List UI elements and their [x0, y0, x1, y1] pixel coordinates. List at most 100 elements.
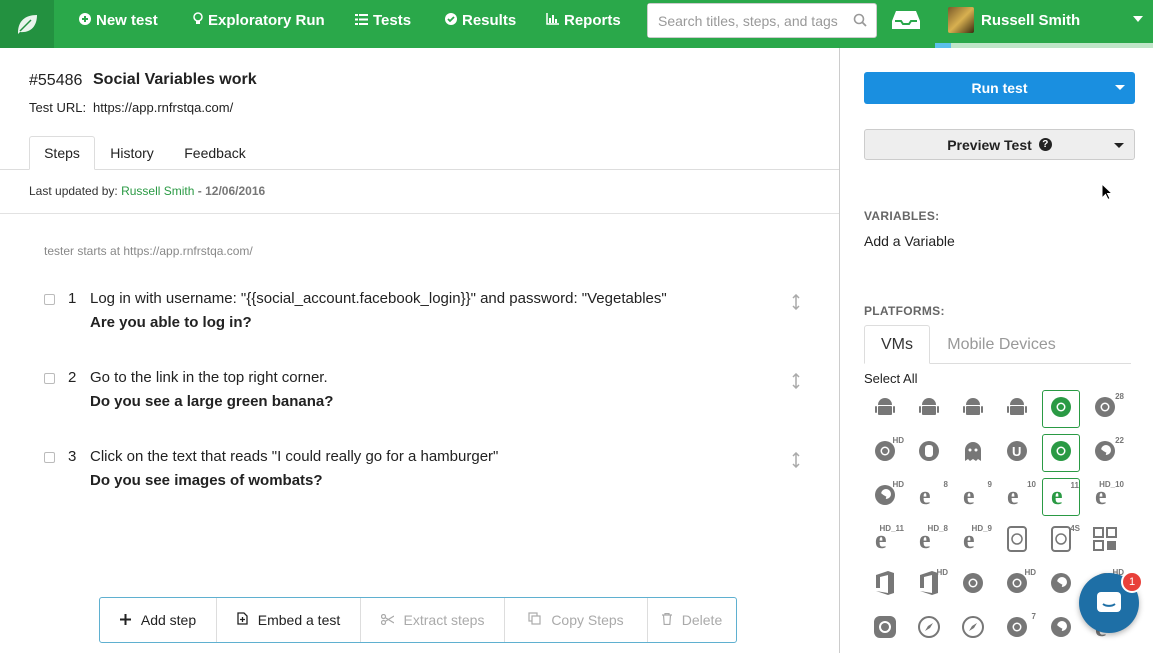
platform-option[interactable] [954, 434, 992, 472]
add-variable-link[interactable]: Add a Variable [864, 233, 955, 249]
tab-steps[interactable]: Steps [29, 136, 95, 170]
step-expected[interactable]: Do you see images of wombats? [90, 472, 323, 489]
user-name: Russell Smith [981, 11, 1081, 29]
svg-text:U: U [1012, 444, 1021, 459]
platform-option[interactable] [910, 390, 948, 428]
embed-test-button[interactable]: Embed a test [217, 598, 361, 642]
platform-option[interactable]: e 11 [1042, 478, 1080, 516]
add-step-label: Add step [140, 612, 197, 628]
nav-label: New test [96, 11, 158, 29]
plus-icon [119, 612, 131, 628]
chrome-icon [961, 571, 985, 600]
add-step-button[interactable]: Add step [100, 598, 217, 642]
platform-option[interactable] [910, 610, 948, 648]
platform-option[interactable]: e HD_10 [1086, 478, 1124, 516]
extract-steps-label: Extract steps [403, 612, 485, 628]
platform-option[interactable]: e HD_11 [866, 522, 904, 560]
nav-new-test[interactable]: New test [79, 0, 158, 40]
platform-option[interactable]: e9 [954, 478, 992, 516]
step-expected[interactable]: Are you able to log in? [90, 314, 252, 331]
drag-handle-icon[interactable] [792, 293, 800, 315]
step-checkbox[interactable] [44, 452, 55, 463]
platform-option[interactable] [998, 390, 1036, 428]
header-separator [0, 213, 839, 214]
select-all-link[interactable]: Select All [864, 371, 917, 386]
platform-option[interactable]: 22 [1086, 434, 1124, 472]
platform-option[interactable] [866, 610, 904, 648]
user-menu[interactable]: Russell Smith [948, 6, 1080, 34]
step-expected[interactable]: Do you see a large green banana? [90, 393, 333, 410]
platform-option[interactable] [866, 566, 904, 604]
leaf-logo-icon[interactable] [0, 0, 54, 48]
step-action[interactable]: Log in with username: "{{social_account.… [90, 290, 667, 307]
nav-exploratory-run[interactable]: Exploratory Run [193, 0, 325, 40]
inbox-icon[interactable] [892, 9, 920, 36]
step-checkbox[interactable] [44, 294, 55, 305]
platform-option[interactable]: HD [866, 478, 904, 516]
android-icon [1005, 395, 1029, 424]
platform-option[interactable] [1042, 434, 1080, 472]
chevron-down-icon[interactable] [1133, 16, 1143, 22]
step-checkbox[interactable] [44, 373, 55, 384]
chevron-down-icon[interactable] [1114, 143, 1124, 148]
platform-option[interactable] [998, 522, 1036, 560]
platform-version-label: 10 [1027, 480, 1036, 489]
opera-icon [873, 615, 897, 644]
tab-vms[interactable]: VMs [864, 325, 930, 364]
android-icon [917, 395, 941, 424]
platform-option[interactable]: U [998, 434, 1036, 472]
platform-option[interactable]: e HD_9 [954, 522, 992, 560]
step-action[interactable]: Go to the link in the top right corner. [90, 369, 328, 386]
embed-test-label: Embed a test [257, 612, 341, 628]
search-input[interactable] [648, 4, 848, 37]
plus-circle-icon [79, 12, 91, 28]
platform-option[interactable]: e 10 [998, 478, 1036, 516]
step-action[interactable]: Click on the text that reads "I could re… [90, 448, 498, 465]
nav-results[interactable]: Results [445, 0, 516, 40]
drag-handle-icon[interactable] [792, 372, 800, 394]
platform-option[interactable] [1042, 610, 1080, 648]
trash-icon [661, 612, 672, 628]
step-number: 3 [68, 448, 77, 465]
platform-option[interactable] [1042, 390, 1080, 428]
tab-history[interactable]: History [100, 136, 164, 170]
platform-version-label: HD_9 [971, 524, 992, 533]
test-url-label: Test URL: [29, 100, 87, 115]
platform-option[interactable]: HD [998, 566, 1036, 604]
platform-option[interactable]: 28 [1086, 390, 1124, 428]
platform-option[interactable] [954, 610, 992, 648]
nav-tests[interactable]: Tests [355, 0, 411, 40]
search-icon[interactable] [853, 13, 867, 32]
platform-option[interactable] [910, 434, 948, 472]
chevron-down-icon[interactable] [1115, 85, 1125, 90]
platform-option[interactable]: e HD_8 [910, 522, 948, 560]
delete-button[interactable]: Delete [648, 598, 736, 642]
platform-option[interactable] [1042, 566, 1080, 604]
check-circle-icon [445, 12, 457, 28]
extract-steps-button[interactable]: Extract steps [361, 598, 505, 642]
tab-mobile-devices[interactable]: Mobile Devices [936, 325, 1067, 364]
drag-handle-icon[interactable] [792, 451, 800, 473]
nav-reports[interactable]: Reports [546, 0, 621, 40]
platform-option[interactable] [954, 390, 992, 428]
platform-option[interactable]: 7 [998, 610, 1036, 648]
step-number: 1 [68, 290, 77, 307]
platform-option[interactable]: HD [866, 434, 904, 472]
help-icon[interactable]: ? [1038, 138, 1052, 151]
platform-option[interactable]: HD [910, 566, 948, 604]
last-updated-label: Last updated by: [29, 184, 118, 198]
platform-version-label: 4S [1070, 524, 1080, 533]
copy-steps-button[interactable]: Copy Steps [505, 598, 648, 642]
platform-option[interactable]: 4S [1042, 522, 1080, 560]
platform-option[interactable] [1086, 522, 1124, 560]
internet-explorer-icon: e [960, 481, 986, 513]
tab-feedback[interactable]: Feedback [175, 136, 255, 170]
platform-option[interactable]: e8 [910, 478, 948, 516]
platform-option[interactable] [954, 566, 992, 604]
panel-divider [839, 48, 840, 653]
preview-test-button[interactable]: Preview Test ? [864, 129, 1135, 160]
platform-option[interactable] [866, 390, 904, 428]
run-test-button[interactable]: Run test [864, 72, 1135, 104]
ghost-browser-icon [961, 439, 985, 468]
last-updated-user[interactable]: Russell Smith [121, 184, 194, 198]
